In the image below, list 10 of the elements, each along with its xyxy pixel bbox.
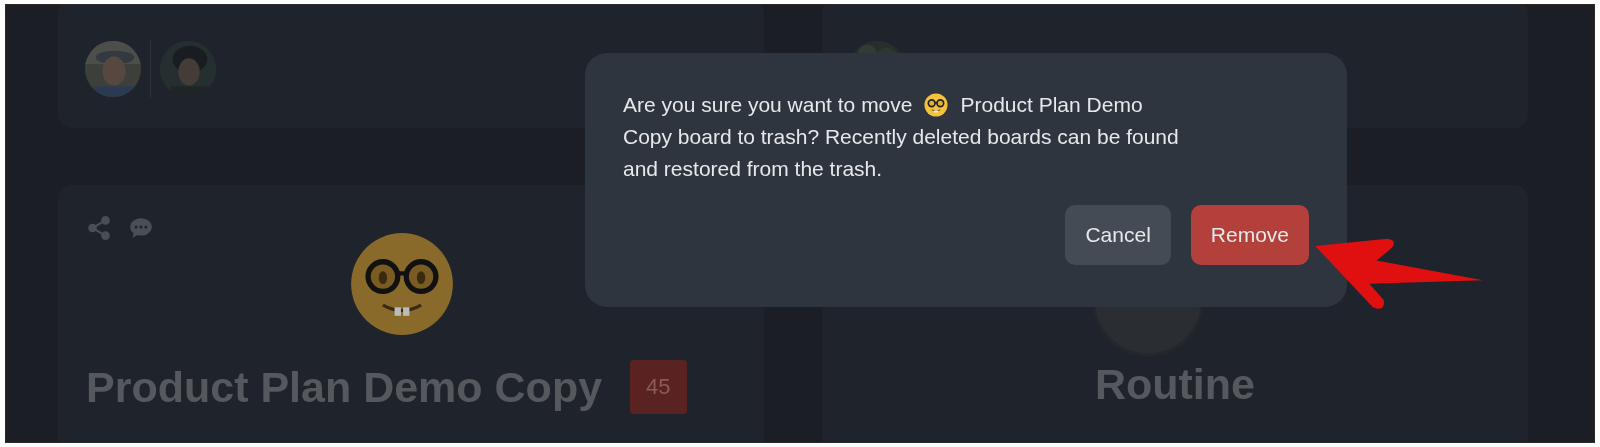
dialog-message: Copy board to trash? Recently deleted boards can be found and restored from the trash. bbox=[623, 124, 1180, 182]
cancel-button[interactable]: Cancel bbox=[1065, 205, 1171, 265]
comment-icon[interactable] bbox=[128, 215, 154, 241]
dialog-message: Product Plan Demo bbox=[960, 92, 1143, 118]
dialog-message: Are you sure you want to move bbox=[623, 92, 913, 118]
remove-button[interactable]: Remove bbox=[1190, 205, 1309, 265]
nerd-face-icon bbox=[349, 231, 455, 337]
count-badge: 45 bbox=[630, 360, 687, 414]
nerd-face-icon bbox=[924, 93, 949, 117]
share-icon[interactable] bbox=[86, 215, 112, 241]
